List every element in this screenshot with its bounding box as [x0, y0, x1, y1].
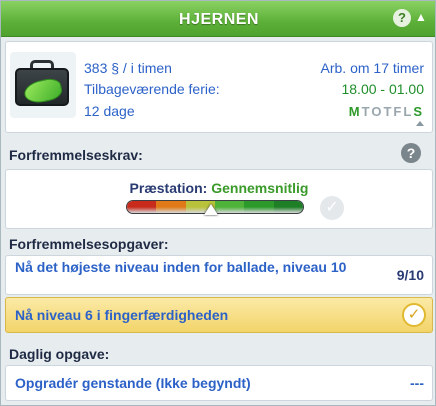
career-title: Hjernen [179, 11, 259, 28]
task-row: Nå det højeste niveau inden for ballade,… [5, 255, 433, 295]
daily-task-row: Opgradér genstande (Ikke begyndt) --- [5, 365, 433, 401]
work-day-5: L [403, 104, 414, 119]
performance-segment [273, 201, 303, 213]
requirement-card: Præstation: Gennemsnitlig ✓ [5, 169, 433, 229]
work-day-6: S [413, 104, 424, 119]
panel-header: Hjernen ? ▲ [1, 1, 435, 37]
work-day-1: T [361, 104, 372, 119]
requirement-check-icon: ✓ [320, 196, 344, 220]
performance-line: Præstation: Gennemsnitlig [6, 180, 432, 196]
salary-text: 383 § / i timen [84, 60, 172, 76]
requirements-help-icon[interactable]: ? [401, 143, 421, 163]
work-day-4: F [393, 104, 404, 119]
performance-label: Præstation: [129, 180, 208, 196]
performance-segment [214, 201, 245, 213]
task-text: Nå det højeste niveau inden for ballade,… [15, 259, 347, 275]
vacation-days: 12 dage [84, 103, 135, 119]
performance-segment [156, 201, 186, 213]
job-info-card: 383 § / i timen Tilbageværende ferie: 12… [5, 41, 433, 133]
work-days: MTOTFLS [349, 104, 424, 119]
performance-segment [244, 201, 274, 213]
performance-value: Gennemsnitlig [211, 180, 309, 196]
work-hours: 18.00 - 01.00 [341, 81, 424, 97]
work-day-2: O [371, 104, 384, 119]
task-complete-check-icon: ✓ [402, 303, 426, 327]
work-day-0: M [348, 104, 362, 119]
task-text: Nå niveau 6 i fingerfærdigheden [15, 307, 229, 323]
daily-task-text: Opgradér genstande (Ikke begyndt) [15, 375, 251, 391]
task-progress: 9/10 [396, 267, 424, 283]
performance-segment [127, 201, 157, 213]
performance-marker-icon [204, 204, 219, 215]
vacation-label: Tilbageværende ferie: [84, 81, 220, 97]
today-marker-icon [416, 121, 424, 126]
tasks-heading: Forfremmelsesopgaver: [9, 236, 169, 252]
work-day-3: T [383, 104, 394, 119]
daily-task-heading: Daglig opgave: [9, 346, 110, 362]
requirements-heading: Forfremmelseskrav: [9, 147, 143, 163]
task-row-completed: Nå niveau 6 i fingerfærdigheden ✓ [5, 297, 433, 333]
next-shift-text: Arb. om 17 timer [320, 60, 424, 76]
daily-task-progress: --- [410, 375, 424, 391]
briefcase-money-icon [10, 52, 76, 118]
career-panel: Hjernen ? ▲ 383 § / i timen Tilbageværen… [0, 0, 436, 406]
help-icon[interactable]: ? [393, 9, 411, 27]
collapse-icon[interactable]: ▲ [414, 10, 428, 24]
